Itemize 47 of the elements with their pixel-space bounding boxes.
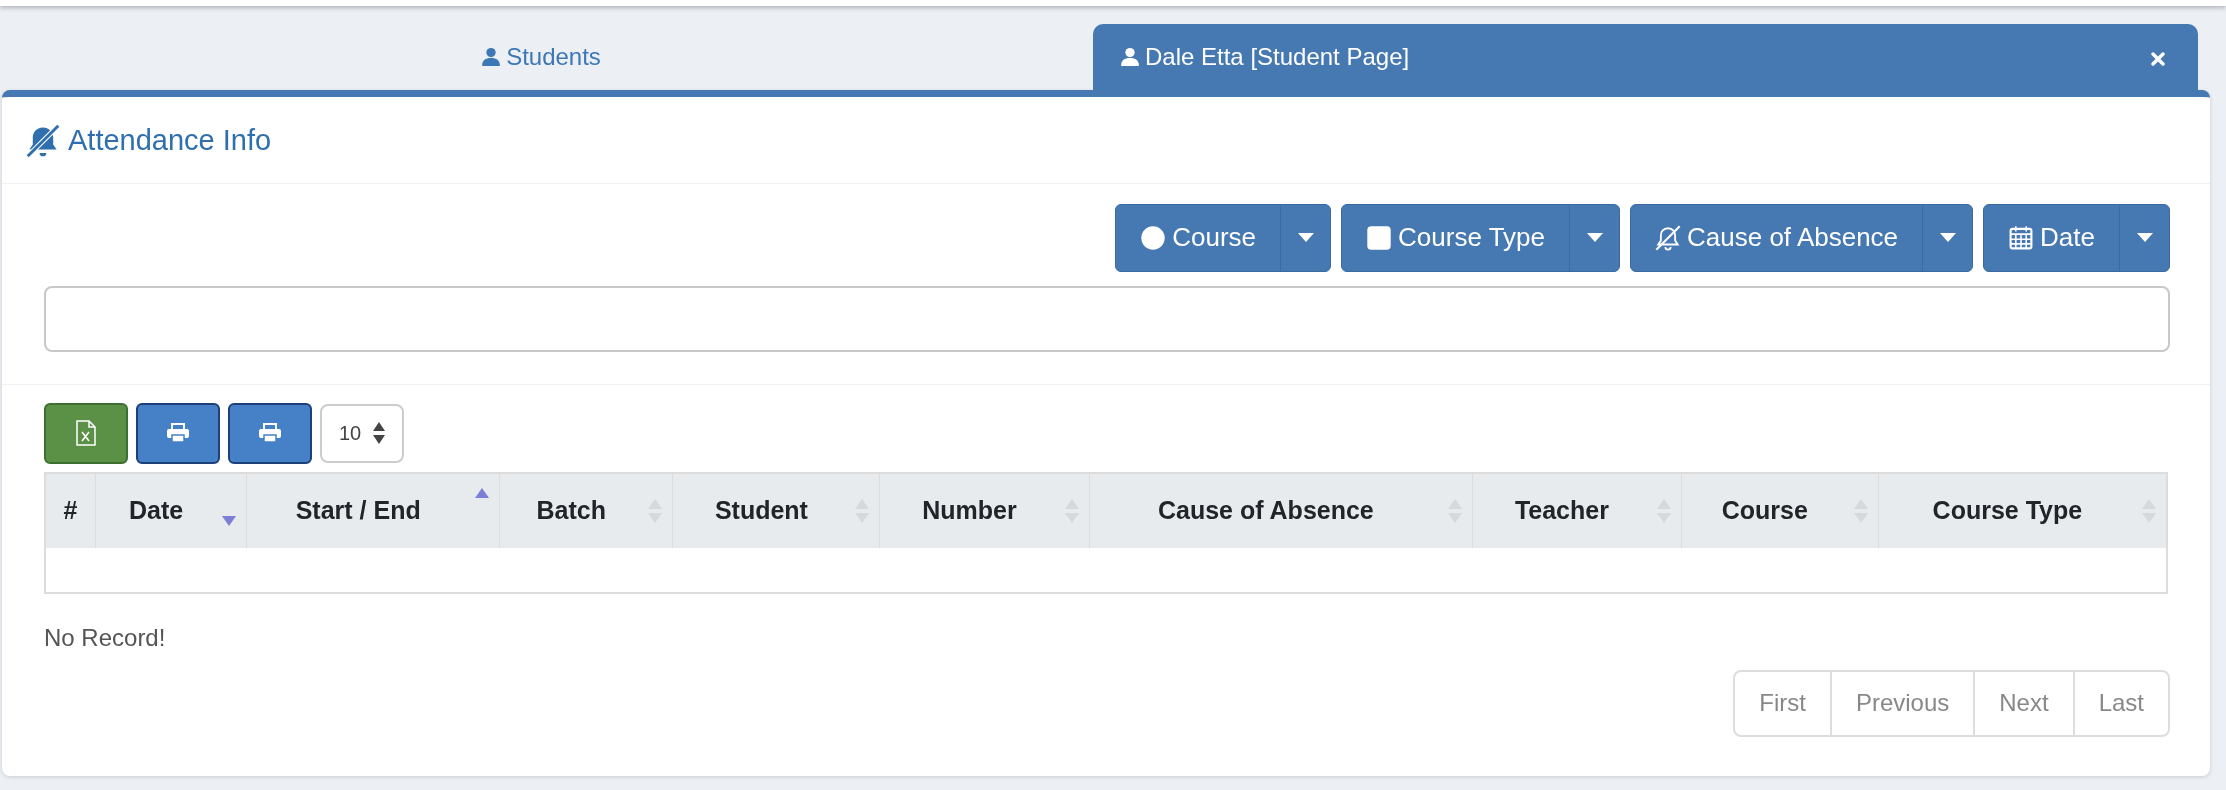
spreadsheet-file-icon: [76, 420, 96, 446]
square-icon: [1366, 224, 1393, 251]
column-header[interactable]: Student: [672, 473, 880, 548]
pagination-button[interactable]: Last: [2072, 669, 2170, 737]
column-header[interactable]: Course Type: [1878, 473, 2166, 548]
panel-title: Attendance Info: [68, 123, 272, 158]
filter-button-group[interactable]: Course: [1115, 203, 1332, 272]
page-size-select[interactable]: 10: [320, 403, 404, 463]
filter-button[interactable]: Cause of Absence: [1631, 204, 1923, 271]
caret-icon: [1939, 233, 1956, 242]
filter-button-group[interactable]: Date: [1983, 203, 2170, 272]
calendar-icon: [2008, 224, 2035, 251]
pagination-button[interactable]: Next: [1973, 669, 2075, 737]
column-header[interactable]: Number: [879, 473, 1090, 548]
spinner-arrows-icon: [373, 422, 386, 444]
column-header[interactable]: #: [46, 473, 96, 548]
excel-export-button[interactable]: [44, 402, 128, 464]
pagination-button[interactable]: First: [1733, 669, 1832, 737]
caret-icon: [1586, 233, 1603, 242]
circle-icon: [1140, 224, 1167, 251]
filter-button[interactable]: Course: [1116, 204, 1281, 271]
bell-slash-icon: [26, 123, 60, 158]
user-icon: [1121, 47, 1139, 67]
printer-icon: [258, 423, 282, 443]
column-header[interactable]: Cause of Absence: [1089, 473, 1473, 548]
printer-icon: [166, 423, 190, 443]
column-header[interactable]: Teacher: [1472, 473, 1682, 548]
filter-button[interactable]: Date: [1984, 204, 2119, 271]
column-header[interactable]: Start / End: [246, 473, 500, 548]
filter-button-group[interactable]: Course Type: [1341, 203, 1621, 272]
bell-slash-icon: [1655, 224, 1682, 251]
tab[interactable]: Dale Etta [Student Page]: [1093, 24, 2198, 90]
pagination-button[interactable]: Previous: [1829, 669, 1976, 737]
print-button[interactable]: [136, 402, 220, 464]
empty-message: No Record!: [44, 623, 166, 651]
filter-button[interactable]: Course Type: [1342, 204, 1570, 271]
close-icon: [2150, 50, 2166, 67]
user-icon: [482, 47, 501, 67]
column-header[interactable]: Course: [1681, 473, 1879, 548]
tab[interactable]: Students: [0, 24, 1083, 90]
search-field[interactable]: [44, 285, 2170, 352]
filter-button-group[interactable]: Cause of Absence: [1630, 203, 1974, 272]
print-button[interactable]: [228, 402, 312, 464]
caret-icon: [1297, 233, 1314, 242]
caret-icon: [2136, 233, 2153, 242]
column-header[interactable]: Date: [95, 473, 247, 548]
column-header[interactable]: Batch: [499, 473, 673, 548]
